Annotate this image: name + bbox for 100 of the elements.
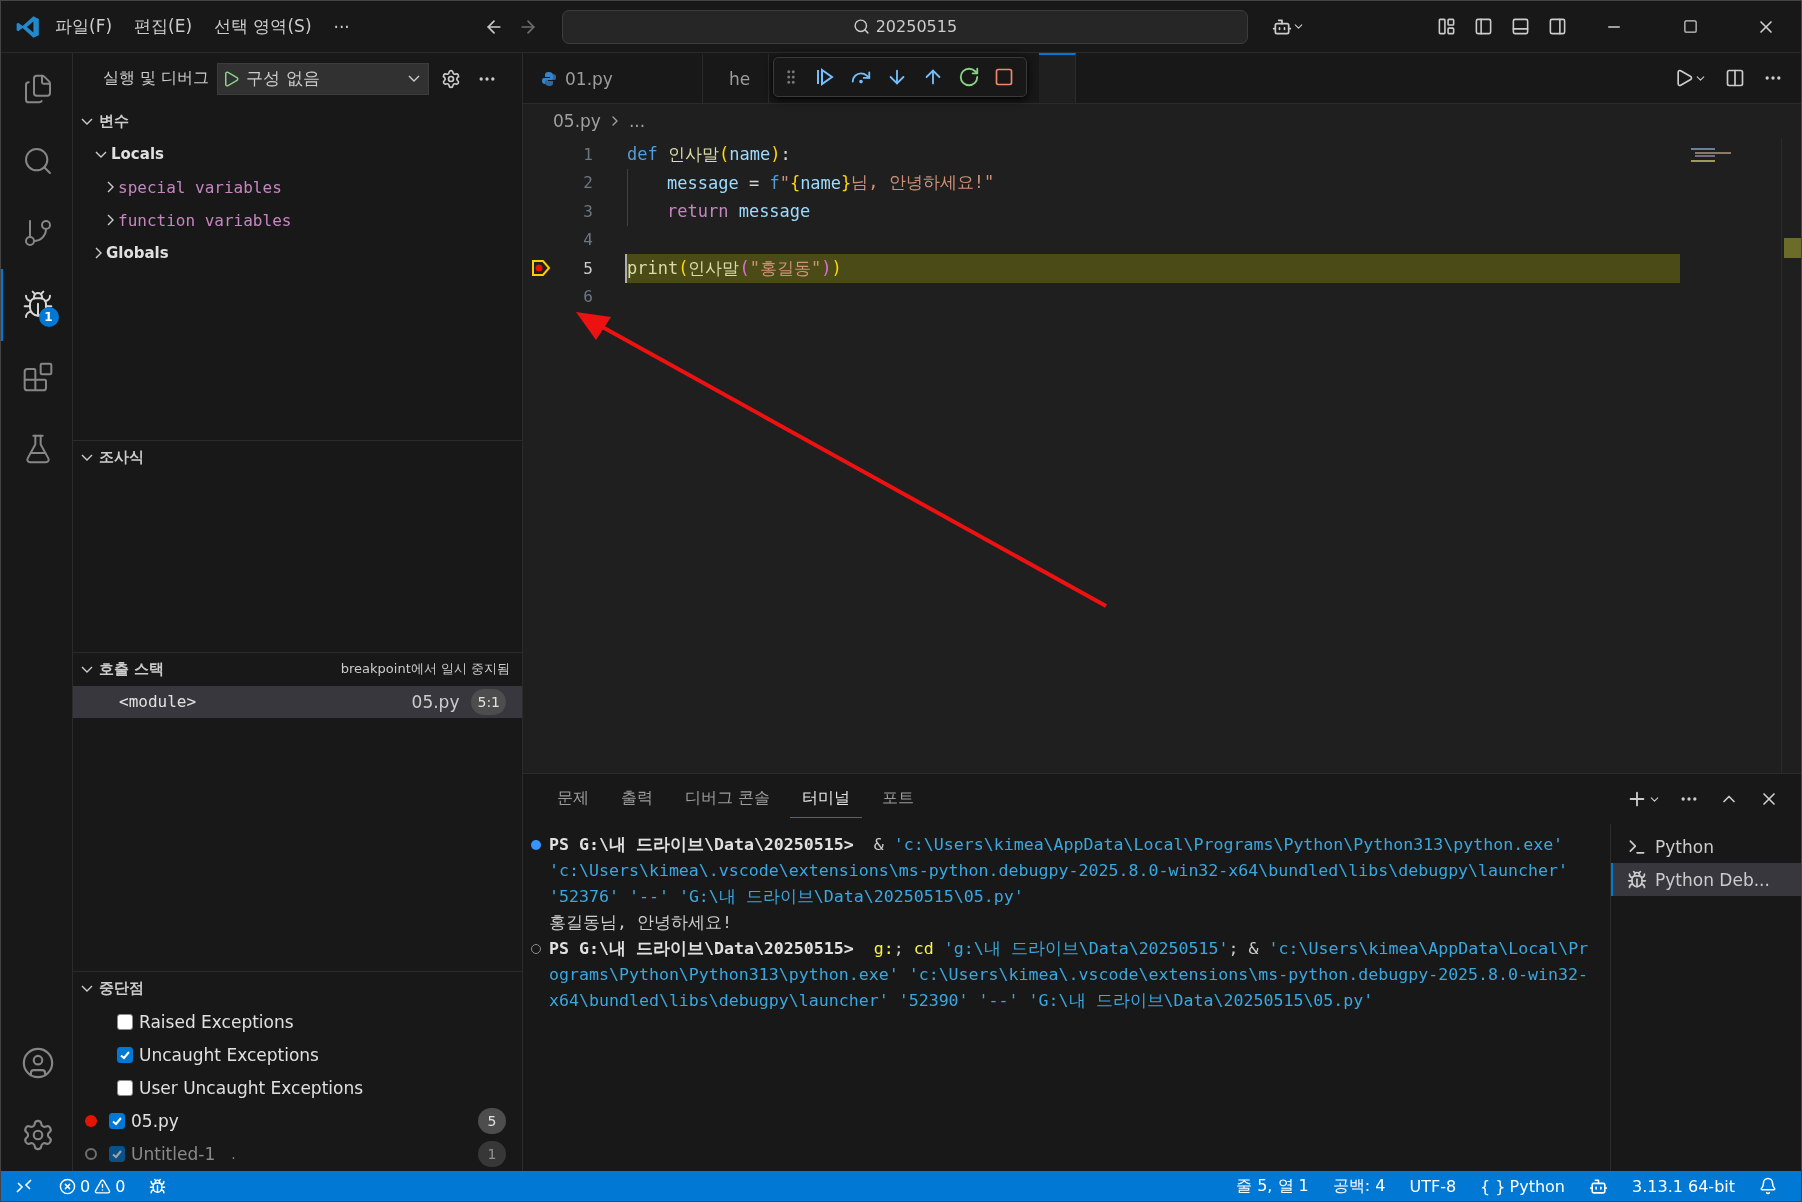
- breakpoint-label: User Uncaught Exceptions: [139, 1077, 364, 1098]
- checkbox[interactable]: [117, 1046, 133, 1063]
- tab-label: he: [729, 69, 751, 89]
- terminal-session[interactable]: Python: [1611, 830, 1801, 863]
- code-line: return message: [625, 197, 1680, 226]
- menu-item[interactable]: 선택 영역(S): [206, 11, 320, 42]
- error-icon: [59, 1177, 76, 1195]
- panel-tab[interactable]: 출력: [609, 780, 665, 818]
- terminal-output: 홍길동님, 안녕하세요!: [549, 912, 733, 934]
- braces-icon: { }: [1480, 1176, 1506, 1196]
- breakpoint-item[interactable]: User Uncaught Exceptions: [73, 1071, 522, 1105]
- tree-item[interactable]: special variables: [73, 170, 522, 204]
- chevron-down-icon[interactable]: [81, 665, 93, 673]
- indentation[interactable]: 공백: 4: [1320, 1175, 1398, 1197]
- terminal-line: PS G:\내 드라이브\Data\20250515> & 'c:\Users\kimea\AppData\Local\Programs\Python\Python313\python.exe' 'c:\Users\kimea\.vscode\extensions\ms-python.debugpy-2025.8.0-win32-x64\bundled\libs\debugpy\launcher' '52376' '--' 'G:\내 드라이브\Data\20250515\05.py': [549, 834, 1569, 908]
- panel-tab[interactable]: 문제: [545, 780, 601, 818]
- breadcrumb-item[interactable]: 05.py: [553, 111, 601, 131]
- menu-item[interactable]: ···: [325, 12, 358, 41]
- checkbox[interactable]: [117, 1013, 133, 1030]
- section-title: 호출 스택: [99, 659, 165, 679]
- frame-name: <module>: [119, 692, 198, 712]
- section-title: 중단점: [99, 979, 144, 999]
- breadcrumb[interactable]: 05.py ...: [523, 104, 1801, 138]
- python-file-icon: [541, 71, 557, 87]
- extensions-icon: [21, 361, 54, 393]
- variable-label: function variables: [118, 210, 292, 230]
- frame-position: 5:1: [471, 688, 506, 715]
- scrollbar[interactable]: [1781, 138, 1801, 773]
- continue-icon[interactable]: [814, 66, 836, 88]
- chevron-down-icon[interactable]: [81, 454, 93, 462]
- config-dropdown[interactable]: 구성 없음: [217, 62, 430, 95]
- language-mode[interactable]: { } Python: [1468, 1176, 1577, 1196]
- tree-item[interactable]: Globals: [73, 236, 522, 270]
- section-header[interactable]: 중단점: [73, 972, 522, 1006]
- run-debug-icon: [21, 289, 54, 321]
- stop-icon[interactable]: [994, 67, 1014, 87]
- terminal-line: PS G:\내 드라이브\Data\20250515> g:; cd 'g:\내 드라이브\Data\20250515'; & 'c:\Users\kimea\AppData\Local\Programs\Python\Python313\python.exe' 'c:\Users\kimea\.vscode\extensions\ms-python.debugpy-2025.8.0-win32-x64\bundled\libs\debugpy\launcher' '52390' '--' 'G:\내 드라이브\Data\20250515\05.py': [549, 938, 1589, 1012]
- section-title: 변수: [99, 111, 129, 131]
- checkbox[interactable]: [117, 1079, 133, 1096]
- restart-icon[interactable]: [958, 66, 980, 88]
- debug-icon: [1627, 869, 1647, 890]
- section-header[interactable]: 호출 스택 breakpoint에서 일시 중지됨: [73, 652, 522, 686]
- checkbox[interactable]: [109, 1145, 125, 1162]
- menu-item[interactable]: 편집(E): [126, 11, 201, 42]
- chevron-down-icon: [408, 75, 421, 83]
- code-line: message = f"{name}님, 안녕하세요!": [625, 168, 1680, 197]
- section-header[interactable]: 변수: [73, 104, 522, 138]
- search-text: 20250515: [875, 17, 958, 36]
- encoding[interactable]: UTF-8: [1397, 1176, 1469, 1196]
- frame-file: 05.py: [411, 691, 460, 712]
- line-number: 1: [582, 144, 594, 164]
- tab-label: 01.py: [565, 69, 613, 89]
- panel-tab[interactable]: 포트: [870, 780, 927, 818]
- search-field[interactable]: 20250515: [561, 9, 1248, 44]
- count-badge: 1: [38, 307, 59, 327]
- tree-item[interactable]: Locals: [73, 137, 522, 171]
- stack-frame[interactable]: <module> 05.py 5:1: [73, 685, 522, 718]
- line-number: 6: [582, 287, 594, 307]
- breadcrumb-item[interactable]: ...: [628, 111, 646, 131]
- variable-label: special variables: [118, 177, 282, 197]
- panel-tab[interactable]: 디버그 콘솔: [673, 780, 783, 818]
- interpreter[interactable]: 3.13.1 64-bit: [1620, 1176, 1747, 1196]
- terminal-session[interactable]: Python Deb...: [1611, 863, 1801, 896]
- chevron-down-icon[interactable]: [95, 150, 107, 158]
- line-number: 4: [582, 230, 594, 250]
- line-number-badge: 1: [478, 1140, 506, 1167]
- breakpoint-label: 05.py: [131, 1110, 179, 1131]
- chevron-right-icon[interactable]: [95, 247, 102, 260]
- line-number: 3: [582, 201, 594, 221]
- breakpoint-item[interactable]: Uncaught Exceptions: [73, 1038, 522, 1072]
- app-logo-icon: [15, 13, 41, 40]
- breakpoint-item[interactable]: 05.py 5: [73, 1104, 522, 1138]
- variable-label: Locals: [111, 145, 164, 164]
- section-header[interactable]: 조사식: [73, 441, 522, 475]
- code-line: def 인사말(name):: [626, 142, 792, 167]
- sidebar-title: 실행 및 디버그: [103, 68, 210, 90]
- play-icon[interactable]: [222, 69, 241, 88]
- chevron-down-icon[interactable]: [81, 985, 93, 993]
- breakpoint-item[interactable]: Untitled-1 . 1: [73, 1137, 522, 1171]
- editor-tab[interactable]: [1039, 53, 1076, 103]
- paused-status: breakpoint에서 일시 중지됨: [340, 660, 510, 679]
- breakpoint-description: .: [230, 1145, 237, 1162]
- cursor-position[interactable]: 줄 5, 열 1: [1224, 1175, 1321, 1197]
- chevron-down-icon[interactable]: [81, 117, 93, 125]
- breakpoint-item[interactable]: Raised Exceptions: [73, 1005, 522, 1039]
- line-number: 2: [582, 173, 594, 193]
- variable-label: Globals: [106, 244, 169, 263]
- checkbox[interactable]: [109, 1112, 125, 1129]
- problems-status[interactable]: 0 0: [47, 1176, 138, 1196]
- breakpoint-label: Raised Exceptions: [139, 1011, 294, 1032]
- section-title: 조사식: [99, 448, 144, 468]
- chevron-right-icon[interactable]: [107, 181, 114, 194]
- breakpoint-label: Untitled-1: [131, 1143, 216, 1164]
- menu-item[interactable]: 파일(F): [47, 11, 121, 42]
- tree-item[interactable]: function variables: [73, 203, 522, 237]
- panel-tab[interactable]: 터미널: [790, 780, 863, 818]
- search-icon: [852, 18, 870, 35]
- chevron-right-icon[interactable]: [107, 214, 114, 227]
- line-number: 5: [582, 258, 594, 278]
- account-icon[interactable]: [20, 1046, 55, 1080]
